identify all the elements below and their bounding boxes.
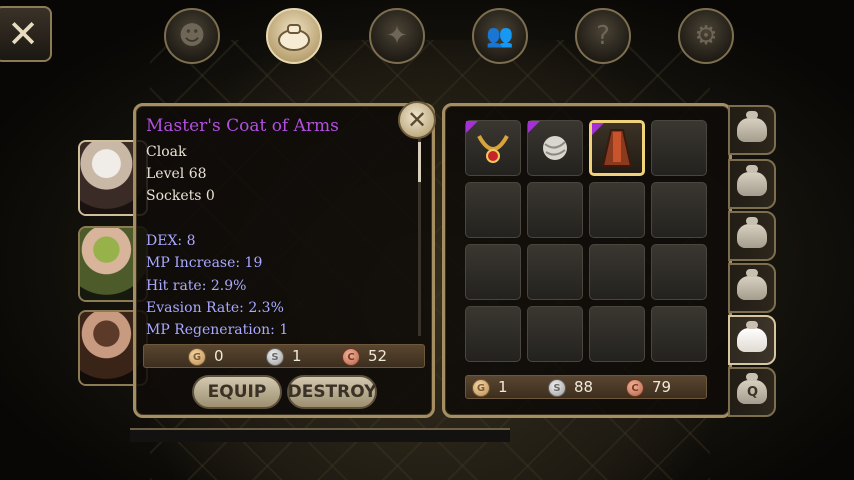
- item-price-copper: 52: [368, 347, 388, 365]
- bag-tab-4[interactable]: [728, 263, 776, 313]
- item-stat-evasion-rate: Evasion Rate: 2.3%: [146, 300, 284, 316]
- inventory-slot-empty[interactable]: [651, 306, 707, 362]
- skills-compass-icon: ✦: [386, 21, 408, 51]
- item-stat-mp-regeneration: MP Regeneration: 1: [146, 322, 289, 338]
- inventory-slot-empty[interactable]: [589, 244, 645, 300]
- inventory-slot-empty[interactable]: [651, 182, 707, 238]
- inventory-slot-empty[interactable]: [465, 182, 521, 238]
- bag-tab-1[interactable]: [728, 105, 776, 155]
- quest-bag-icon: Q: [737, 373, 767, 404]
- cloak-icon: [592, 123, 642, 173]
- item-price-silver: 1: [292, 347, 302, 365]
- inventory-slot-empty[interactable]: [527, 306, 583, 362]
- item-type: Cloak: [146, 144, 187, 160]
- equip-button[interactable]: EQUIP: [192, 375, 282, 409]
- character-tab-button[interactable]: ☻: [164, 8, 220, 64]
- inventory-money-bar: G 1 S 88 C 79: [465, 375, 707, 399]
- item-stat-dex: DEX: 8: [146, 233, 196, 249]
- inventory-slot-empty[interactable]: [651, 244, 707, 300]
- destroy-button[interactable]: DESTROY: [287, 375, 377, 409]
- gold-coin-icon: G: [472, 379, 490, 397]
- skills-tab-button[interactable]: ✦: [369, 8, 425, 64]
- settings-tab-button[interactable]: ⚙: [678, 8, 734, 64]
- bag-tab-3[interactable]: [728, 211, 776, 261]
- inventory-slot-empty[interactable]: [527, 244, 583, 300]
- bandage-ball-icon: [528, 121, 582, 175]
- inventory-bag-icon: [278, 24, 310, 51]
- quest-bag-label: Q: [747, 385, 759, 400]
- silver-coin-icon: S: [266, 348, 284, 366]
- quest-scroll-icon: ?: [596, 21, 610, 51]
- item-stat-mp-increase: MP Increase: 19: [146, 255, 263, 271]
- bag-tab-5[interactable]: [728, 315, 776, 365]
- item-detail-scrollbar[interactable]: [418, 136, 421, 336]
- inventory-slot-necklace[interactable]: [465, 120, 521, 176]
- settings-gear-icon: ⚙: [694, 21, 718, 51]
- necklace-icon: [466, 121, 520, 175]
- money-silver: 88: [574, 378, 594, 396]
- item-price-bar: G 0 S 1 C 52: [143, 344, 425, 368]
- inventory-slot-empty[interactable]: [589, 182, 645, 238]
- inventory-slot-empty[interactable]: [465, 244, 521, 300]
- item-price-gold: 0: [214, 347, 224, 365]
- copper-coin-icon: C: [342, 348, 360, 366]
- money-gold: 1: [498, 378, 508, 396]
- bag-tab-2[interactable]: [728, 159, 776, 209]
- inventory-slot-empty[interactable]: [465, 306, 521, 362]
- item-name: Master's Coat of Arms: [146, 116, 339, 136]
- inventory-slot-empty[interactable]: [651, 120, 707, 176]
- item-level: Level 68: [146, 166, 207, 182]
- scrollbar-thumb[interactable]: [418, 142, 421, 182]
- party-people-icon: 👥: [486, 23, 514, 49]
- inventory-slot-empty[interactable]: [589, 306, 645, 362]
- chat-bar: [130, 428, 510, 442]
- quest-bag-tab[interactable]: Q: [728, 367, 776, 417]
- item-sockets: Sockets 0: [146, 188, 215, 204]
- inventory-slot-bandage-ball[interactable]: [527, 120, 583, 176]
- silver-coin-icon: S: [548, 379, 566, 397]
- money-copper: 79: [652, 378, 672, 396]
- inventory-slot-empty[interactable]: [527, 182, 583, 238]
- bag-icon: [737, 217, 767, 248]
- bag-icon: [737, 321, 767, 352]
- party-tab-button[interactable]: 👥: [472, 8, 528, 64]
- item-stat-hit-rate: Hit rate: 2.9%: [146, 278, 247, 294]
- top-navigation: ☻ ✦ 👥 ? ⚙: [0, 8, 854, 64]
- item-panel-close-button[interactable]: ✕: [398, 101, 436, 139]
- bag-icon: [737, 111, 767, 142]
- inventory-slot-cloak[interactable]: [589, 120, 645, 176]
- character-head-icon: ☻: [178, 21, 206, 51]
- inventory-tab-button[interactable]: [266, 8, 322, 64]
- quest-tab-button[interactable]: ?: [575, 8, 631, 64]
- bag-icon: [737, 269, 767, 300]
- copper-coin-icon: C: [626, 379, 644, 397]
- bag-icon: [737, 165, 767, 196]
- gold-coin-icon: G: [188, 348, 206, 366]
